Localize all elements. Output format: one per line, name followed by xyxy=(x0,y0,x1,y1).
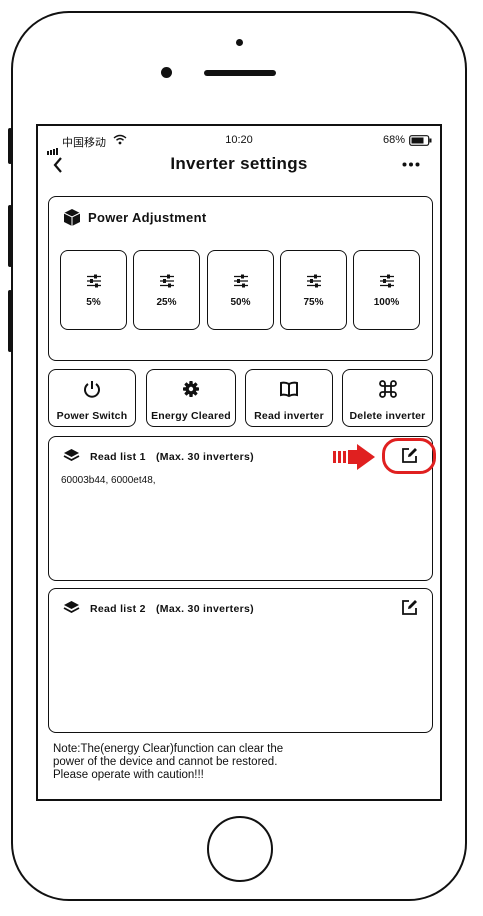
sliders-icon xyxy=(159,274,174,288)
power-50-button[interactable]: 50% xyxy=(207,250,274,330)
read-list-2-max: (Max. 30 inverters) xyxy=(156,603,254,615)
sliders-icon xyxy=(379,274,394,288)
sliders-icon xyxy=(306,274,321,288)
action-label: Power Switch xyxy=(56,410,128,422)
delete-inverter-button[interactable]: Delete inverter xyxy=(342,369,433,427)
power-switch-button[interactable]: Power Switch xyxy=(48,369,136,427)
read-list-1-items: 60003b44, 6000et48, xyxy=(61,475,156,486)
action-label: Delete inverter xyxy=(349,410,426,422)
book-icon xyxy=(280,381,298,398)
layers-icon xyxy=(63,449,80,462)
gear-icon xyxy=(183,381,199,397)
read-list-1-max: (Max. 30 inverters) xyxy=(156,451,254,463)
layers-icon xyxy=(63,601,80,614)
status-time: 10:20 xyxy=(225,134,253,146)
power-100-button[interactable]: 100% xyxy=(353,250,420,330)
power-icon xyxy=(84,381,100,398)
home-button[interactable] xyxy=(207,816,273,882)
power-option-label: 75% xyxy=(303,297,324,308)
power-option-label: 50% xyxy=(230,297,251,308)
sensor-dot xyxy=(236,39,243,46)
action-label: Read inverter xyxy=(254,410,324,422)
warning-note: Note:The(energy Clear)function can clear… xyxy=(53,743,353,782)
note-line-2: power of the device and cannot be restor… xyxy=(53,756,278,768)
power-25-button[interactable]: 25% xyxy=(133,250,200,330)
battery-icon xyxy=(409,135,432,146)
battery-percent: 68% xyxy=(383,134,406,146)
power-adjustment-title: Power Adjustment xyxy=(88,210,207,225)
power-75-button[interactable]: 75% xyxy=(280,250,347,330)
volume-down-button xyxy=(8,290,12,352)
read-inverter-button[interactable]: Read inverter xyxy=(245,369,333,427)
edit-icon[interactable] xyxy=(401,447,418,464)
earpiece-speaker xyxy=(204,70,276,76)
action-label: Energy Cleared xyxy=(151,410,231,422)
energy-cleared-button[interactable]: Energy Cleared xyxy=(146,369,236,427)
note-line-3: Please operate with caution!!! xyxy=(53,769,204,781)
read-list-1-title: Read list 1 xyxy=(90,451,146,463)
note-line-1: Note:The(energy Clear)function can clear… xyxy=(53,743,284,755)
power-option-label: 25% xyxy=(156,297,177,308)
read-list-2-card: Read list 2 (Max. 30 inverters) xyxy=(48,588,433,733)
read-list-1-card: Read list 1 (Max. 30 inverters) 60003b44… xyxy=(48,436,436,581)
cube-icon xyxy=(63,209,81,226)
page-title: Inverter settings xyxy=(170,154,308,173)
arrow-right-icon xyxy=(333,444,375,470)
power-option-label: 5% xyxy=(86,297,101,308)
sliders-icon xyxy=(86,274,101,288)
screen: 中国移动 10:20 68% Inverter settings Power A… xyxy=(36,124,442,801)
edit-icon[interactable] xyxy=(401,599,418,616)
read-list-2-title: Read list 2 xyxy=(90,603,146,615)
mute-switch xyxy=(8,128,12,164)
command-icon xyxy=(378,380,397,398)
power-5-button[interactable]: 5% xyxy=(60,250,127,330)
volume-up-button xyxy=(8,205,12,267)
sliders-icon xyxy=(233,274,248,288)
power-option-label: 100% xyxy=(373,297,400,308)
power-adjustment-card: Power Adjustment 5% 25% 50% 75% 100% xyxy=(48,196,433,361)
more-icon[interactable] xyxy=(402,162,420,167)
front-camera xyxy=(161,67,172,78)
